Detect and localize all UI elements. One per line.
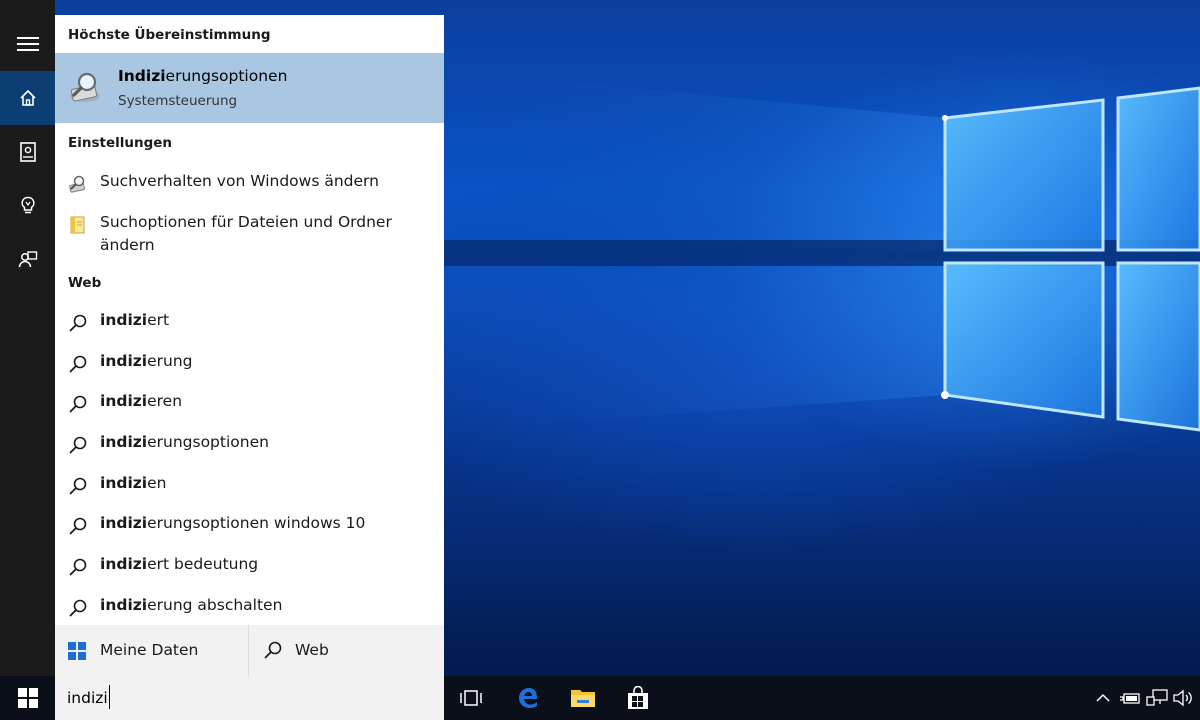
search-settings-icon	[68, 174, 88, 194]
windows-start-icon	[17, 688, 38, 708]
search-results-panel: Höchste Übereinstimmung Indizierungsopti…	[55, 15, 444, 676]
chevron-up-icon[interactable]	[1092, 688, 1114, 708]
search-icon	[68, 476, 88, 496]
web-suggestion[interactable]: indizierung	[55, 343, 444, 383]
feedback-icon[interactable]	[0, 233, 55, 287]
web-suggestion-label: indizierung abschalten	[100, 596, 283, 614]
web-suggestion[interactable]: indiziert bedeutung	[55, 546, 444, 586]
cortana-rail	[0, 0, 55, 676]
text-caret	[109, 685, 110, 709]
search-icon	[68, 394, 88, 414]
search-icon	[68, 557, 88, 577]
web-suggestion[interactable]: indiziert	[55, 302, 444, 342]
search-icon	[68, 313, 88, 333]
web-header: Web	[68, 275, 102, 291]
search-icon	[68, 354, 88, 374]
battery-icon[interactable]	[1119, 688, 1141, 708]
best-match-subtitle: Systemsteuerung	[118, 93, 238, 109]
volume-icon[interactable]	[1172, 688, 1194, 708]
hamburger-menu-icon[interactable]	[0, 17, 55, 71]
network-icon[interactable]	[1146, 688, 1168, 708]
task-view-icon[interactable]	[447, 676, 495, 720]
best-match-item[interactable]: Indizierungsoptionen Systemsteuerung	[55, 53, 444, 123]
best-match-header: Höchste Übereinstimmung	[68, 27, 271, 43]
web-suggestion-label: indizierungsoptionen	[100, 433, 269, 451]
search-box	[55, 676, 444, 720]
search-icon	[68, 516, 88, 536]
web-scope-button[interactable]: Web	[249, 625, 444, 676]
web-suggestion[interactable]: indizieren	[55, 383, 444, 423]
web-suggestion-label: indiziert bedeutung	[100, 555, 259, 573]
search-scope-row: Meine Daten Web	[55, 625, 444, 676]
settings-item-search-behavior[interactable]: Suchverhalten von Windows ändern	[55, 170, 444, 202]
settings-item-label: Suchoptionen für Dateien und Ordner ände…	[100, 213, 392, 254]
best-match-title: Indizierungsoptionen	[118, 67, 288, 85]
home-icon[interactable]	[0, 71, 55, 125]
web-suggestion[interactable]: indizierungsoptionen	[55, 424, 444, 464]
web-suggestion-label: indiziert	[100, 311, 170, 329]
search-input[interactable]	[67, 684, 427, 712]
web-suggestion[interactable]: indizierungsoptionen windows 10	[55, 505, 444, 545]
file-explorer-icon[interactable]	[559, 676, 607, 720]
my-stuff-scope-button[interactable]: Meine Daten	[55, 625, 248, 676]
web-suggestion-label: indizien	[100, 474, 167, 492]
web-suggestion-label: indizieren	[100, 392, 183, 410]
search-icon	[68, 598, 88, 618]
web-suggestion[interactable]: indizien	[55, 465, 444, 505]
indexing-magnifier-icon	[67, 70, 103, 106]
start-button[interactable]	[0, 676, 55, 720]
settings-header: Einstellungen	[68, 135, 173, 151]
search-icon	[68, 435, 88, 455]
folder-options-icon	[68, 215, 88, 235]
settings-item-label: Suchverhalten von Windows ändern	[100, 172, 379, 190]
web-suggestion-label: indizierung	[100, 352, 193, 370]
edge-icon[interactable]	[504, 676, 552, 720]
lightbulb-icon[interactable]	[0, 179, 55, 233]
settings-item-folder-options[interactable]: Suchoptionen für Dateien und Ordner ände…	[55, 211, 444, 261]
results-list: Höchste Übereinstimmung Indizierungsopti…	[55, 15, 444, 625]
web-suggestion[interactable]: indizierung abschalten	[55, 587, 444, 625]
notebook-icon[interactable]	[0, 125, 55, 179]
windows-logo-icon	[68, 642, 86, 660]
my-stuff-label: Meine Daten	[100, 641, 199, 659]
search-icon	[263, 640, 283, 660]
web-suggestion-label: indizierungsoptionen windows 10	[100, 514, 366, 532]
web-scope-label: Web	[295, 641, 329, 659]
store-icon[interactable]	[614, 676, 662, 720]
